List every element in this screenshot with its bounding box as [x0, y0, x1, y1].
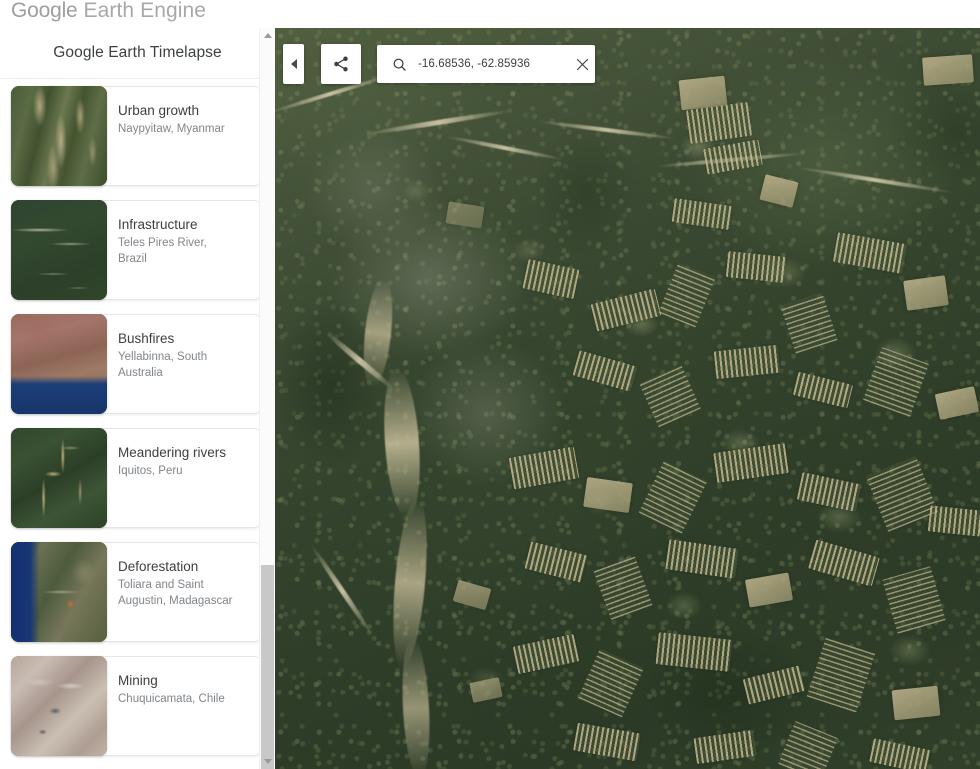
share-button[interactable] [321, 44, 361, 84]
timelapse-card-body: Urban growth Naypyitaw, Myanmar [118, 87, 235, 185]
timelapse-card-location: Toliara and Saint Augustin, Madagascar [118, 579, 233, 607]
close-icon [576, 58, 588, 70]
timelapse-card[interactable]: Infrastructure Teles Pires River, Brazil [11, 200, 262, 300]
thumbnail-image [11, 200, 107, 300]
timelapse-card-body: Infrastructure Teles Pires River, Brazil [118, 201, 246, 299]
thumbnail-deforestation[interactable] [11, 542, 107, 642]
thumbnail-meandering-rivers[interactable] [11, 428, 107, 528]
map-clearing-patch [903, 275, 949, 311]
timelapse-card[interactable]: Urban growth Naypyitaw, Myanmar [11, 86, 262, 186]
timelapse-card-location: Yellabinna, South Australia [118, 351, 208, 379]
thumbnail-bushfires[interactable] [11, 314, 107, 414]
chevron-left-icon [290, 59, 297, 69]
earth-timelapse-app: Google Earth Engine -16.68536, -62.85936… [0, 0, 980, 769]
map-clearing-patch [583, 476, 633, 514]
thumbnail-image [11, 86, 107, 186]
timelapse-card-title: Deforestation [118, 559, 199, 574]
thumbnail-infrastructure[interactable] [11, 200, 107, 300]
brand-bar: Google Earth Engine [0, 0, 980, 28]
search-icon [389, 54, 409, 74]
triangle-down-icon [263, 759, 272, 764]
timelapse-card[interactable]: Meandering rivers Iquitos, Peru [11, 428, 262, 528]
timelapse-card[interactable]: Deforestation Toliara and Saint Augustin,… [11, 542, 262, 642]
timelapse-card-list: Urban growth Naypyitaw, Myanmar Infrastruc… [0, 79, 275, 756]
collapse-sidebar-button[interactable] [283, 44, 304, 84]
scrollbar-down-arrow[interactable] [260, 754, 275, 769]
logo-google-word: Google [11, 0, 78, 22]
timelapse-card-body: Bushfires Yellabinna, South Australia [118, 315, 246, 413]
timelapse-card-location: Chuquicamata, Chile [118, 693, 225, 705]
scrollbar-thumb[interactable] [261, 565, 274, 769]
triangle-up-icon [263, 33, 272, 38]
scrollbar-up-arrow[interactable] [260, 28, 275, 43]
logo-earth-engine-word: Earth Engine [77, 0, 207, 22]
thumbnail-image [11, 542, 107, 642]
sidebar: Google Earth Timelapse Urban growth Naypy… [0, 28, 275, 769]
timelapse-card-title: Bushfires [118, 331, 175, 346]
search-input[interactable] [418, 58, 572, 70]
share-icon [334, 56, 348, 72]
timelapse-card-title: Meandering rivers [118, 445, 227, 460]
satellite-imagery[interactable] [275, 28, 980, 769]
map-clearing-patch [891, 685, 941, 721]
thumbnail-mining[interactable] [11, 656, 107, 756]
timelapse-card-body: Deforestation Toliara and Saint Augustin,… [118, 543, 246, 641]
timelapse-card[interactable]: Bushfires Yellabinna, South Australia [11, 314, 262, 414]
sidebar-scroll-area[interactable]: Urban growth Naypyitaw, Myanmar Infrastruc… [0, 79, 275, 769]
sidebar-scrollbar[interactable] [259, 28, 275, 769]
timelapse-card-location: Naypyitaw, Myanmar [118, 123, 225, 135]
thumbnail-image [11, 428, 107, 528]
map-clearing-patch [922, 54, 974, 86]
clear-search-button[interactable] [572, 54, 592, 74]
google-earth-engine-logo[interactable]: Google Earth Engine [11, 0, 206, 25]
timelapse-card-title: Urban growth [118, 103, 200, 118]
timelapse-card[interactable]: Mining Chuquicamata, Chile [11, 656, 262, 756]
timelapse-card-title: Mining [118, 673, 158, 688]
sidebar-title: Google Earth Timelapse [53, 44, 222, 61]
map-fishbone-strip [927, 505, 980, 537]
timelapse-card-location: Iquitos, Peru [118, 465, 183, 477]
thumbnail-image [11, 656, 107, 756]
timelapse-card-body: Mining Chuquicamata, Chile [118, 657, 235, 755]
thumbnail-urban-growth[interactable] [11, 86, 107, 186]
timelapse-card-title: Infrastructure [118, 217, 198, 232]
timelapse-card-body: Meandering rivers Iquitos, Peru [118, 429, 236, 527]
map-top-controls [283, 44, 595, 84]
timelapse-card-location: Teles Pires River, Brazil [118, 237, 207, 265]
sidebar-header: Google Earth Timelapse [0, 28, 275, 79]
search-box[interactable] [377, 45, 595, 83]
thumbnail-image [11, 314, 107, 414]
map-viewport[interactable] [275, 28, 980, 769]
